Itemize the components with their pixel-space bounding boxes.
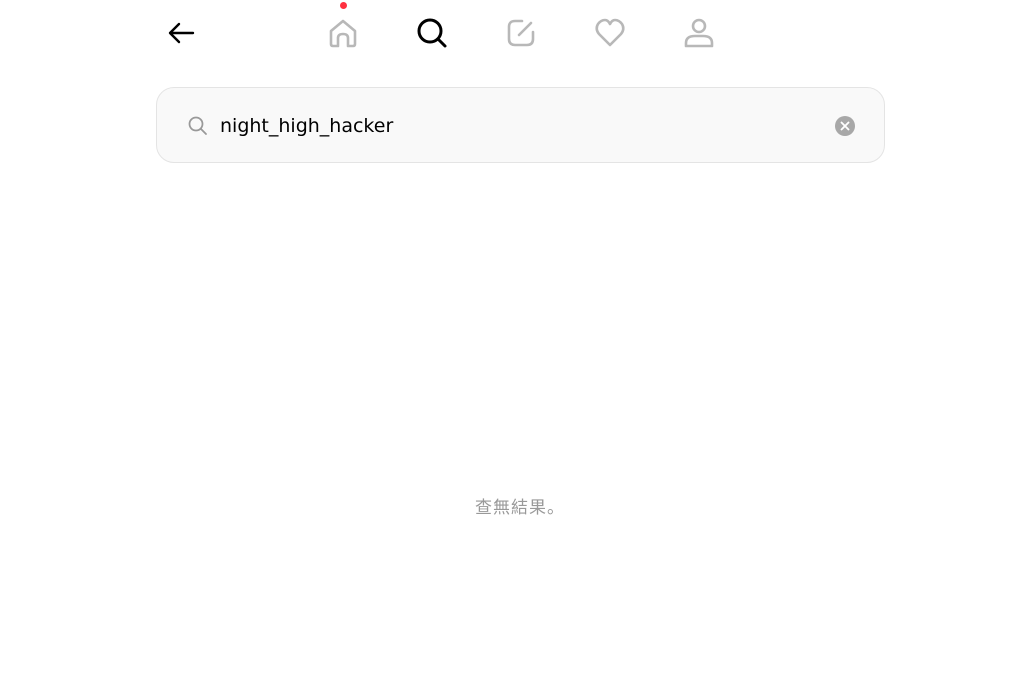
nav-home-button[interactable] [321, 11, 365, 55]
clear-circle-icon[interactable] [834, 115, 856, 137]
no-results-message: 查無結果。 [475, 498, 565, 518]
nav-create-button[interactable] [499, 11, 543, 55]
arrow-left-icon [168, 22, 195, 44]
edit-icon [507, 19, 535, 47]
nav-activity-button[interactable] [588, 11, 632, 55]
search-icon [188, 116, 207, 135]
nav-profile-button[interactable] [677, 11, 721, 55]
search-icon [417, 18, 447, 48]
back-button[interactable] [159, 11, 203, 55]
person-icon [684, 18, 714, 48]
notification-dot [340, 2, 347, 9]
home-icon [329, 19, 357, 48]
nav-search-button[interactable] [410, 11, 454, 55]
heart-icon [595, 18, 625, 47]
search-bar [156, 87, 885, 163]
search-input[interactable] [220, 108, 820, 144]
